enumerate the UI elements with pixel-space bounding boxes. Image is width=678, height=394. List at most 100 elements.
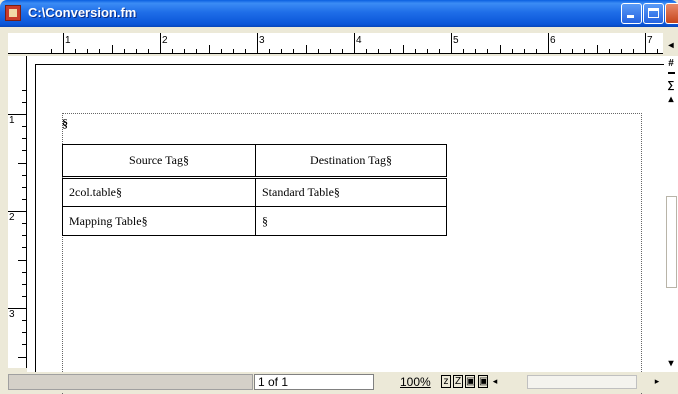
header-cell-source-tag[interactable]: Source Tag§ [62,144,256,179]
ruler-tick [22,332,26,334]
ruler-tick [22,150,26,152]
ruler-tick [451,33,452,53]
vertical-scroll-thumb[interactable] [666,196,677,288]
ruler-tick [18,356,26,358]
next-page-icon[interactable]: ▣ [478,375,488,388]
close-button[interactable] [665,3,678,24]
ruler-tick [160,33,161,53]
cross-reference-icon[interactable]: # [664,58,678,69]
mapping-table[interactable]: Source Tag§ Destination Tag§ 2col.table§… [62,144,447,236]
ruler-number: 6 [550,35,556,46]
ruler-tick [196,49,198,53]
underline-icon [668,72,675,74]
paragraph-mark[interactable]: § [62,116,68,131]
scroll-down-arrow-icon[interactable]: ▾ [664,358,678,369]
page-indicator[interactable]: 1 of 1 [254,374,374,390]
ruler-tick [657,49,659,53]
ruler-tick [293,49,295,53]
minimize-icon [627,15,634,18]
scroll-left-icon[interactable]: ◂ [489,375,501,389]
scroll-left-arrow-icon[interactable]: ◂ [664,40,678,51]
ruler-tick [22,320,26,322]
ruler-number: 3 [259,35,265,46]
zoom-out-button[interactable]: z [441,375,451,388]
ruler-tick [560,49,562,53]
ruler-tick [317,49,319,53]
ruler-tick [523,49,525,53]
table-cell[interactable]: § [255,206,447,236]
ruler-tick [463,49,465,53]
zoom-in-button[interactable]: Z [453,375,463,388]
ruler-tick [123,49,125,53]
ruler-tick [244,49,246,53]
scroll-up-arrow-icon[interactable]: ▴ [664,94,678,105]
ruler-tick [18,162,26,164]
status-tag-area [8,374,253,390]
table-cell[interactable]: Mapping Table§ [62,206,256,236]
status-bar: 1 of 1 100% z Z ▣ ▣ ◂ ▸ [0,372,678,392]
ruler-tick [329,49,331,53]
framemaker-doc-icon[interactable] [5,5,21,21]
ruler-tick [632,49,634,53]
title-bar[interactable]: C:\Conversion.fm [0,0,678,27]
ruler-tick [572,49,574,53]
ruler-tick [22,247,26,249]
ruler-tick [645,33,646,53]
resize-grip[interactable] [664,372,678,392]
ruler-tick [172,49,174,53]
ruler-tick [414,49,416,53]
ruler-tick [305,45,307,53]
header-cell-destination-tag[interactable]: Destination Tag§ [255,144,447,179]
zoom-level[interactable]: 100% [400,375,431,389]
maximize-button[interactable] [643,3,664,24]
ruler-tick [63,33,64,53]
ruler-tick [402,45,404,53]
ruler-tick [438,49,440,53]
horizontal-ruler[interactable]: 1 2 3 4 5 6 7 [8,33,663,54]
ruler-tick [390,49,392,53]
ruler-tick [147,49,149,53]
ruler-tick [111,45,113,53]
table-cell[interactable]: Standard Table§ [255,177,447,207]
maximize-icon [648,8,659,18]
ruler-tick [366,49,368,53]
previous-page-icon[interactable]: ▣ [465,375,475,388]
equation-icon[interactable]: ∑ [664,80,678,91]
table-header-row: Source Tag§ Destination Tag§ [62,144,447,179]
ruler-tick [22,198,26,200]
ruler-tick [548,33,549,53]
ruler-tick [232,49,234,53]
ruler-tick [341,49,343,53]
ruler-tick [281,49,283,53]
ruler-tick [184,49,186,53]
table-row: Mapping Table§ § [62,206,447,236]
ruler-number: 2 [9,212,15,223]
minimize-button[interactable] [621,3,642,24]
ruler-tick [135,49,137,53]
ruler-tick [487,49,489,53]
ruler-number: 5 [453,35,459,46]
ruler-tick [50,49,52,53]
table-row: 2col.table§ Standard Table§ [62,177,447,207]
ruler-tick [22,235,26,237]
ruler-tick [75,49,77,53]
ruler-tick [584,49,586,53]
ruler-number: 1 [9,115,15,126]
ruler-number: 7 [647,35,653,46]
ruler-tick [22,223,26,225]
ruler-tick [22,126,26,128]
ruler-tick [511,49,513,53]
ruler-tick [475,49,477,53]
table-cell[interactable]: 2col.table§ [62,177,256,207]
ruler-tick [22,283,26,285]
vertical-ruler[interactable]: 1 2 3 [8,56,27,368]
ruler-tick [22,295,26,297]
ruler-tick [596,45,598,53]
ruler-tick [22,174,26,176]
horizontal-scrollbar[interactable] [527,375,637,389]
ruler-tick [22,186,26,188]
vertical-scrollbar[interactable]: ◂ # ∑ ▴ ▾ [664,40,678,372]
ruler-tick [18,259,26,261]
scroll-right-icon[interactable]: ▸ [651,375,663,389]
ruler-tick [269,49,271,53]
